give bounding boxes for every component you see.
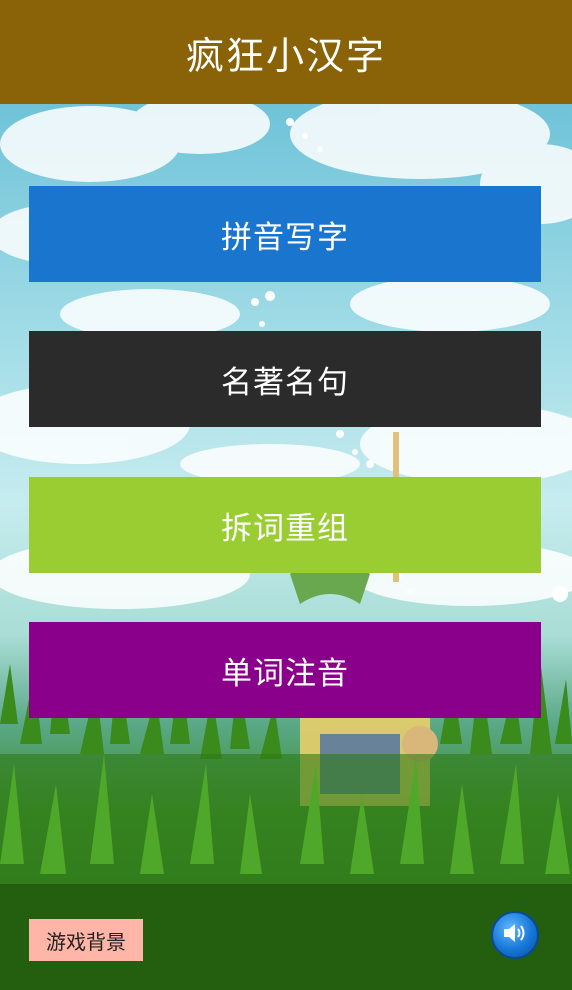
sound-toggle-button[interactable] <box>491 911 539 959</box>
game-background-label: 游戏背景 <box>46 929 126 954</box>
title-bar: 疯狂小汉字 <box>0 0 572 104</box>
speaker-volume-icon <box>502 922 528 948</box>
menu-button-pinyin-writing[interactable]: 拼音写字 <box>29 186 541 282</box>
menu-button-label: 单词注音 <box>221 655 349 692</box>
app-screen: 疯狂小汉字 拼音写字 名著名句 拆词重组 单词注音 游戏背景 <box>0 0 572 990</box>
menu-button-word-phonetic[interactable]: 单词注音 <box>29 622 541 718</box>
app-title: 疯狂小汉字 <box>185 33 386 78</box>
menu-button-label: 名著名句 <box>221 364 349 401</box>
menu-button-label: 拼音写字 <box>221 219 349 256</box>
menu-button-word-recombine[interactable]: 拆词重组 <box>29 477 541 573</box>
game-background-button[interactable]: 游戏背景 <box>29 919 143 961</box>
menu-button-label: 拆词重组 <box>221 510 349 547</box>
menu-button-famous-quotes[interactable]: 名著名句 <box>29 331 541 427</box>
